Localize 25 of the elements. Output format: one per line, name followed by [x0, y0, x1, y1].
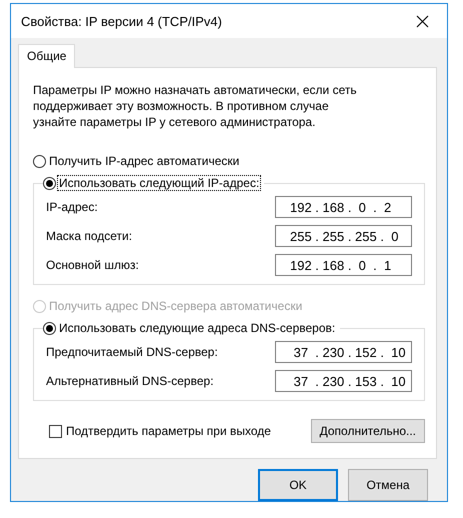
window-title: Свойства: IP версии 4 (TCP/IPv4): [21, 14, 222, 28]
checkbox-label[interactable]: Подтвердить параметры при выходе: [66, 424, 271, 438]
radio-button[interactable]: [43, 176, 56, 190]
cancel-button[interactable]: Отмена: [348, 469, 428, 501]
ip-address-field[interactable]: 192 . 168 . 0 . 2: [275, 196, 412, 218]
tab[interactable]: Общие: [18, 44, 76, 68]
ip-address-field[interactable]: 192 . 168 . 0 . 1: [275, 254, 412, 276]
radio-button[interactable]: [33, 154, 46, 168]
field-label: IP-адрес:: [46, 200, 98, 214]
ip-address-field[interactable]: 37 . 230 . 153 . 10: [275, 370, 412, 392]
field-label: Предпочитаемый DNS-сервер:: [46, 345, 218, 359]
ip-address-field[interactable]: 37 . 230 . 152 . 10: [275, 341, 412, 363]
radio-label[interactable]: Получить IP-адрес автоматически: [48, 154, 240, 168]
field-label: Основной шлюз:: [46, 258, 139, 272]
field-label: Маска подсети:: [46, 229, 132, 243]
ip-address-field[interactable]: 255 . 255 . 255 . 0: [275, 225, 412, 247]
advanced-button[interactable]: Дополнительно...: [310, 419, 425, 443]
radio-button[interactable]: [43, 322, 56, 334]
field-label: Альтернативный DNS-сервер:: [46, 374, 214, 388]
description-text: Параметры IP можно назначать автоматически, если сеть поддерживает эту возможность. В противном случае узнайте параметры IP у сетевого администратора.: [33, 82, 358, 130]
checkbox[interactable]: [49, 424, 62, 438]
radio-label[interactable]: Использовать следующие адреса DNS-серверов:: [58, 321, 336, 335]
close-icon: [416, 14, 428, 28]
radio-label[interactable]: Использовать следующий IP-адрес:: [58, 176, 260, 190]
ok-button[interactable]: OK: [258, 469, 338, 501]
